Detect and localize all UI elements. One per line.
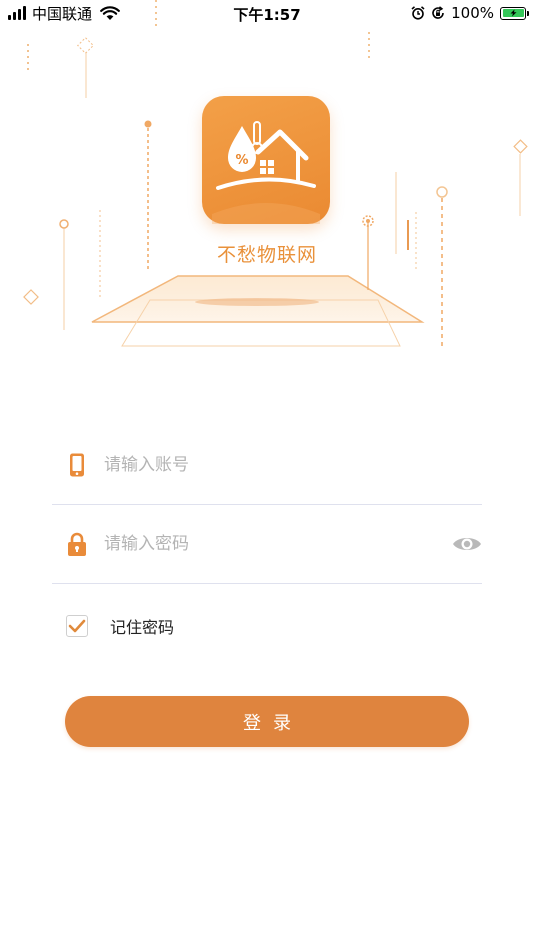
app-name: 不愁物联网	[216, 244, 317, 266]
checkmark-icon	[68, 619, 86, 633]
login-button[interactable]: 登录	[65, 696, 469, 747]
lock-icon	[68, 532, 86, 556]
phone-icon	[70, 453, 84, 477]
eye-icon[interactable]	[452, 534, 482, 554]
app-logo: %	[202, 96, 330, 224]
account-input[interactable]	[104, 449, 434, 481]
account-field	[52, 425, 482, 505]
hero-illustration: % 不愁物联网	[0, 0, 534, 360]
remember-password-checkbox[interactable]	[66, 615, 88, 637]
logo-percent-glyph: %	[235, 153, 248, 168]
remember-password-row[interactable]: 记住密码	[66, 614, 174, 638]
password-input[interactable]	[104, 528, 434, 560]
smart-home-logo-icon: %	[212, 121, 320, 224]
password-field	[52, 504, 482, 584]
remember-password-label: 记住密码	[110, 618, 175, 637]
